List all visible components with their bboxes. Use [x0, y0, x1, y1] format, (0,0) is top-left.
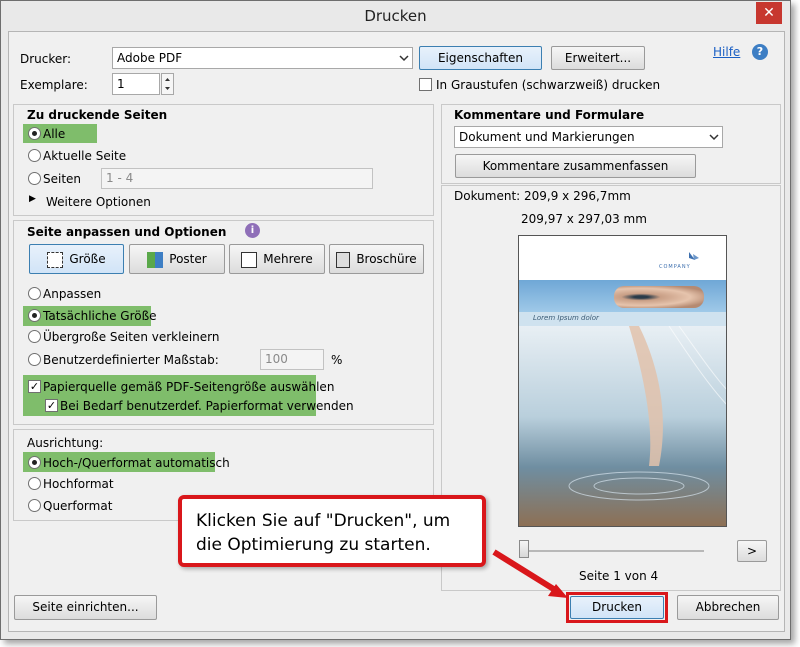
instruction-callout: Klicken Sie auf "Drucken", um die Optimi…	[178, 495, 486, 567]
